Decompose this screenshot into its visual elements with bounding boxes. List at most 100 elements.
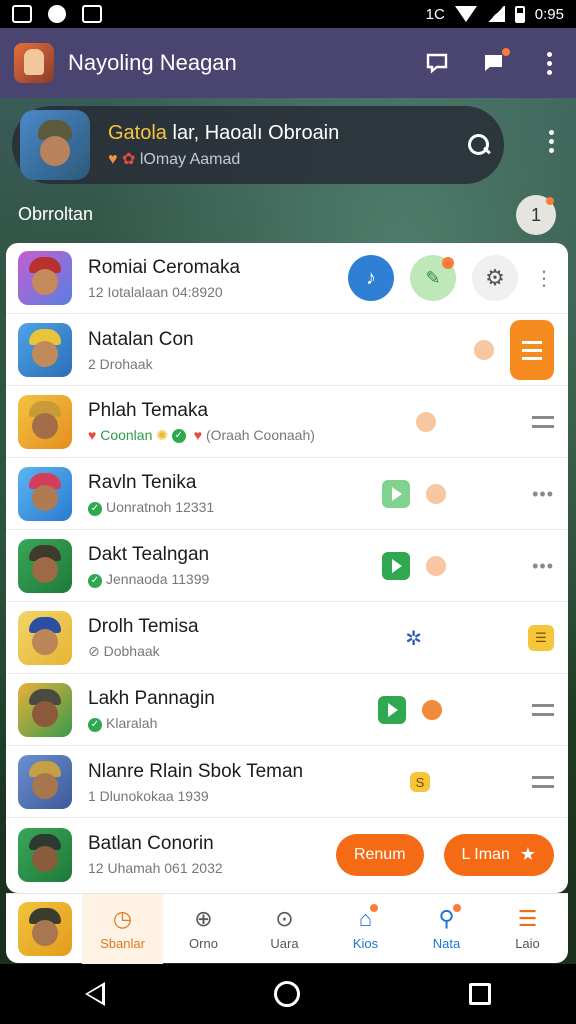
more-icon[interactable]: ••• bbox=[532, 556, 554, 577]
list-item[interactable]: Drolh Temisa ⊘ Dobhaak ✲ ☰ bbox=[6, 603, 568, 674]
list-item[interactable]: Ravln Tenika ✓ Uonratnoh 12331 ••• bbox=[6, 459, 568, 530]
play-icon[interactable] bbox=[382, 480, 411, 508]
contact-avatar[interactable] bbox=[20, 110, 90, 180]
nav-item-nata[interactable]: ⚲ Nata bbox=[406, 894, 487, 964]
item-title: Batlan Conorin bbox=[88, 833, 214, 854]
item-title: Lakh Pannagin bbox=[88, 688, 215, 710]
nav-item-orno[interactable]: ⊕ Orno bbox=[163, 894, 244, 964]
contact-name-accent: Gatola bbox=[108, 121, 167, 144]
contact-subtitle: ♥ ✿ lOmay Aamad bbox=[108, 149, 339, 169]
message-icon bbox=[484, 55, 502, 71]
status-icon bbox=[416, 412, 436, 432]
list-item[interactable]: Romiai Ceromaka 12 Iotalalaan 04:8920 ♪ … bbox=[6, 243, 568, 314]
messages-button[interactable] bbox=[480, 48, 510, 76]
chat-icon bbox=[426, 53, 448, 74]
avatar bbox=[18, 611, 72, 665]
return-button[interactable]: Renum bbox=[335, 833, 424, 876]
avatar bbox=[18, 467, 72, 521]
item-subtitle: ✓ Jennaoda 11399 bbox=[88, 571, 382, 588]
status-icon bbox=[426, 556, 447, 576]
item-title: Ravln Tenika bbox=[88, 472, 197, 494]
contact-more-button[interactable] bbox=[538, 128, 564, 154]
nav-badge bbox=[452, 904, 461, 912]
drag-handle-icon[interactable] bbox=[532, 416, 554, 428]
add-favorite-button[interactable]: L Iman ★ bbox=[443, 833, 554, 876]
back-icon[interactable] bbox=[84, 982, 105, 1006]
item-title: Romiai Ceromaka bbox=[88, 256, 241, 278]
list-item[interactable]: Dakt Tealngan ✓ Jennaoda 11399 ••• bbox=[6, 531, 568, 602]
star-icon: ★ bbox=[519, 844, 536, 864]
nav-item-sbanlar[interactable]: ◷ Sbanlar bbox=[82, 893, 163, 964]
app-logo bbox=[14, 43, 54, 83]
drag-handle-icon[interactable] bbox=[532, 776, 554, 788]
list-item[interactable]: Natalan Con 2 Drohaak bbox=[6, 315, 568, 386]
screen-icon bbox=[12, 5, 32, 23]
wifi-icon bbox=[454, 6, 477, 22]
list-item[interactable]: Lakh Pannagin ✓ Klaralah bbox=[6, 675, 568, 746]
bag-icon: ⊕ bbox=[194, 906, 213, 931]
nav-badge bbox=[370, 904, 379, 912]
status-icon bbox=[426, 484, 447, 504]
avatar bbox=[18, 827, 72, 882]
play-icon[interactable] bbox=[378, 696, 406, 724]
count-bubble[interactable]: 1 bbox=[516, 195, 556, 235]
badge-icon[interactable]: ☰ bbox=[528, 625, 554, 651]
count-value: 1 bbox=[530, 204, 541, 225]
contact-header[interactable]: Gatola lar, Haoalı Obroain ♥ ✿ lOmay Aam… bbox=[12, 106, 504, 184]
call-icon: ♪ bbox=[366, 266, 376, 289]
avatar bbox=[18, 683, 72, 737]
timer-icon: ◷ bbox=[112, 906, 133, 931]
menu-button[interactable] bbox=[510, 320, 554, 380]
notification-icon bbox=[82, 5, 102, 23]
search-icon[interactable] bbox=[466, 132, 492, 158]
home-icon: ⌂ bbox=[359, 904, 379, 932]
list-item[interactable]: Nlanre Rlain Sbok Teman 1 Dlunokokaa 193… bbox=[6, 747, 568, 818]
heart-icon: ♥ bbox=[193, 427, 203, 443]
settings-button[interactable]: ⚙ bbox=[472, 255, 518, 301]
avatar bbox=[18, 539, 72, 593]
drag-handle-icon[interactable] bbox=[532, 704, 554, 716]
clock-icon: ⊙ bbox=[275, 906, 294, 931]
item-subtitle: 1 Dlunokokaa 1939 bbox=[88, 787, 209, 804]
bottom-nav: ◷ Sbanlar ⊕ Orno ⊙ Uara ⌂ Kios ⚲ Nata ☰ … bbox=[6, 893, 568, 964]
gear-icon: ⚙ bbox=[485, 265, 505, 290]
notification-badge bbox=[502, 48, 510, 56]
search-icon: ⚲ bbox=[438, 904, 461, 932]
play-icon[interactable] bbox=[382, 552, 411, 580]
nav-item-uara[interactable]: ⊙ Uara bbox=[244, 894, 325, 964]
nav-item-kios[interactable]: ⌂ Kios bbox=[325, 894, 406, 964]
heart-icon bbox=[422, 700, 442, 720]
chat-button[interactable] bbox=[424, 50, 450, 76]
flame-icon: ✿ bbox=[121, 150, 136, 168]
item-title: Nlanre Rlain Sbok Teman bbox=[88, 760, 304, 782]
home-button-icon[interactable] bbox=[273, 981, 300, 1007]
item-subtitle: 12 Uhamah 061 2032 bbox=[88, 860, 223, 876]
item-subtitle: 12 Iotalalaan 04:8920 bbox=[88, 283, 223, 300]
more-options-button[interactable] bbox=[536, 50, 562, 76]
item-title: Drolh Temisa bbox=[88, 616, 199, 637]
item-subtitle: ♥ Coonlan ✺ ✓ ♥ (Oraah Coonaah) bbox=[88, 427, 315, 444]
more-icon[interactable]: ••• bbox=[532, 484, 554, 505]
notes-badge bbox=[442, 257, 454, 269]
contact-name-rest: lar, Haoalı Obroain bbox=[166, 121, 340, 144]
profile-avatar[interactable] bbox=[18, 901, 72, 956]
contact-name: Gatola lar, Haoalı Obroain bbox=[108, 122, 339, 145]
check-icon: ✓ bbox=[88, 717, 102, 732]
voice-call-button[interactable]: ♪ bbox=[348, 255, 394, 301]
nav-item-laio[interactable]: ☰ Laio bbox=[487, 894, 568, 964]
list-item[interactable]: Phlah Temaka ♥ Coonlan ✺ ✓ ♥ (Oraah Coon… bbox=[6, 387, 568, 458]
item-title: Dakt Tealngan bbox=[88, 544, 210, 566]
badge-icon: S bbox=[410, 772, 430, 792]
avatar bbox=[18, 251, 72, 305]
heart-icon: ♥ bbox=[88, 427, 97, 443]
notes-button[interactable]: ✎ bbox=[410, 255, 456, 301]
check-icon: ✓ bbox=[171, 429, 186, 444]
recent-apps-icon[interactable] bbox=[469, 983, 492, 1005]
list-item[interactable]: Batlan Conorin 12 Uhamah 061 2032 Renum … bbox=[6, 819, 568, 890]
notes-icon: ✎ bbox=[425, 267, 441, 288]
contact-sub-text: lOmay Aamad bbox=[139, 150, 241, 168]
item-more-button[interactable]: ⋮ bbox=[534, 266, 554, 291]
contact-list: Romiai Ceromaka 12 Iotalalaan 04:8920 ♪ … bbox=[6, 243, 568, 893]
sun-icon: ✺ bbox=[156, 427, 168, 443]
item-subtitle: 2 Drohaak bbox=[88, 355, 153, 372]
